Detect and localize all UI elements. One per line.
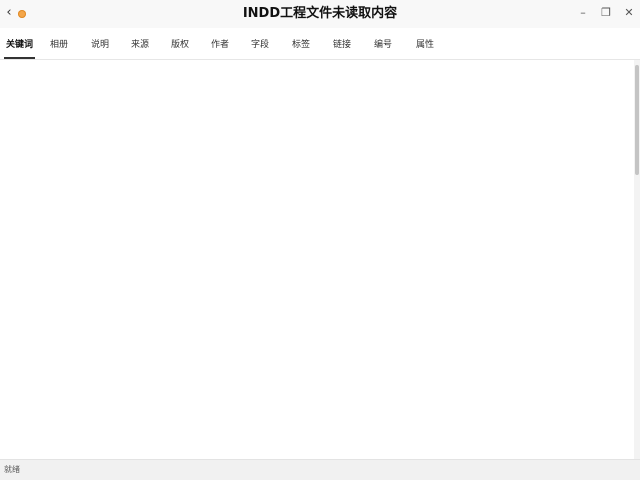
status-bar: 就绪 [0, 459, 640, 480]
restore-icon: ❐ [601, 6, 611, 19]
tab-author[interactable]: 作者 [211, 28, 229, 59]
tab-bar: 关键词 相册 说明 来源 版权 作者 字段 标签 链接 编号 属性 [0, 28, 640, 60]
close-button[interactable]: ✕ [622, 6, 636, 20]
close-icon: ✕ [624, 6, 634, 19]
title-bar: ‹ INDD工程文件未读取内容 – ❐ ✕ [0, 0, 640, 28]
tab-tags[interactable]: 标签 [292, 28, 310, 59]
tab-keywords[interactable]: 关键词 [3, 28, 36, 59]
tab-links[interactable]: 链接 [333, 28, 351, 59]
tab-album[interactable]: 相册 [50, 28, 68, 59]
minimize-icon: – [580, 6, 586, 19]
restore-button[interactable]: ❐ [599, 6, 613, 20]
scrollbar-thumb[interactable] [635, 65, 639, 175]
status-text: 就绪 [4, 465, 20, 474]
vertical-scrollbar[interactable] [634, 60, 640, 459]
tab-fields[interactable]: 字段 [251, 28, 269, 59]
tab-number[interactable]: 编号 [374, 28, 392, 59]
tab-description[interactable]: 说明 [91, 28, 109, 59]
minimize-button[interactable]: – [576, 6, 590, 20]
tab-source[interactable]: 来源 [131, 28, 149, 59]
window-title: INDD工程文件未读取内容 [242, 6, 398, 21]
tab-copyright[interactable]: 版权 [171, 28, 189, 59]
tab-properties[interactable]: 属性 [416, 28, 434, 59]
content-area [0, 60, 634, 459]
